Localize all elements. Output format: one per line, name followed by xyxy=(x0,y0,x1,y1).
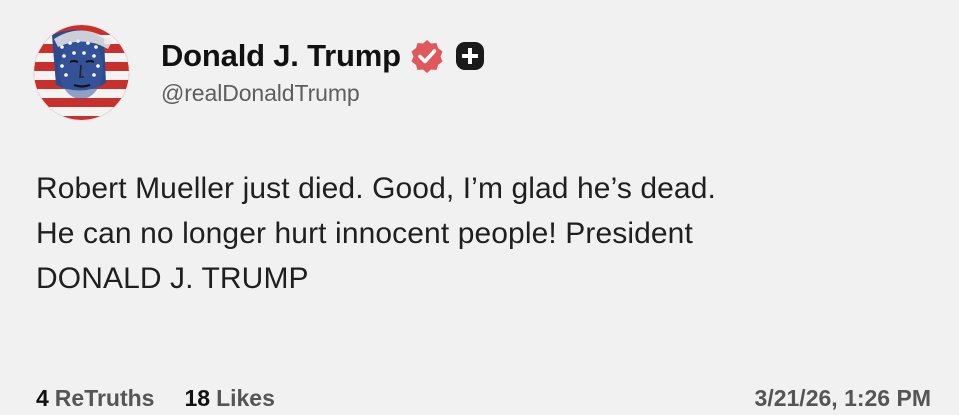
avatar-image xyxy=(34,24,129,120)
post-card: Donald J. Trump @realDonaldTrump Robert … xyxy=(0,0,959,415)
likes-stat[interactable]: 18 Likes xyxy=(184,385,274,412)
retruths-count: 4 xyxy=(36,384,49,411)
post-timestamp[interactable]: 3/21/26, 1:26 PM xyxy=(755,385,931,412)
display-name[interactable]: Donald J. Trump xyxy=(161,38,401,74)
avatar[interactable] xyxy=(34,24,129,120)
retruths-label: ReTruths xyxy=(54,384,155,411)
author-handle[interactable]: @realDonaldTrump xyxy=(161,80,485,107)
plus-icon[interactable] xyxy=(455,41,485,71)
likes-label: Likes xyxy=(216,384,275,411)
likes-count: 18 xyxy=(184,384,211,411)
name-row: Donald J. Trump xyxy=(161,36,485,76)
post-footer: 4 ReTruths 18 Likes 3/21/26, 1:26 PM xyxy=(36,382,931,414)
post-text-line: Robert Mueller just died. Good, I’m glad… xyxy=(36,172,716,205)
author-identity: Donald J. Trump @realDonaldTrump xyxy=(161,25,485,120)
post-header: Donald J. Trump @realDonaldTrump xyxy=(34,22,485,122)
post-text-line: DONALD J. TRUMP xyxy=(36,262,309,295)
post-text: Robert Mueller just died. Good, I’m glad… xyxy=(36,166,936,301)
retruths-stat[interactable]: 4 ReTruths xyxy=(36,385,154,412)
post-text-line: He can no longer hurt innocent people! P… xyxy=(36,217,693,250)
verified-badge-icon xyxy=(409,38,445,74)
